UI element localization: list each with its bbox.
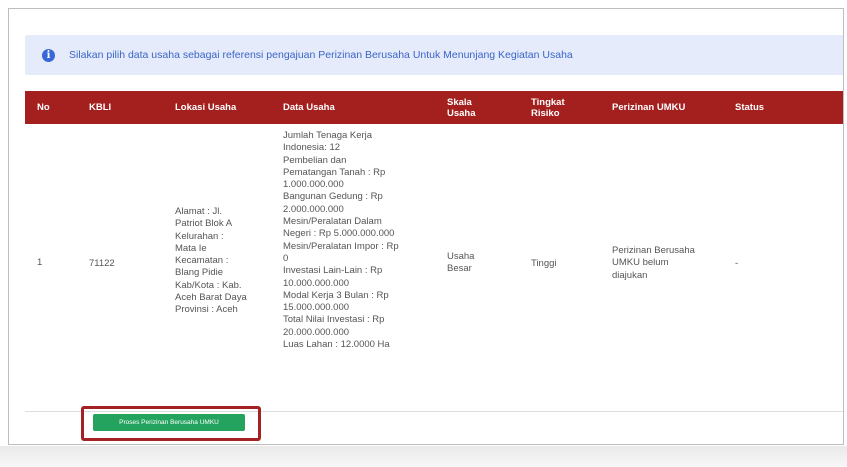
process-umku-button[interactable]: Proses Perizinan Berusaha UMKU: [93, 414, 245, 431]
perizinan-line: diajukan: [612, 269, 648, 281]
header-skala-line: Usaha: [447, 107, 476, 119]
header-skala-line: Skala: [447, 96, 472, 108]
cell-perizinan-umku: Perizinan Berusaha UMKU belum diajukan: [612, 245, 722, 282]
table-row: 1 71122 Alamat : Jl. Patriot Blok A Kelu…: [25, 124, 843, 412]
cell-data-usaha: Jumlah Tenaga Kerja Indonesia: 12 Pembel…: [283, 130, 399, 351]
data-line: Bangunan Gedung : Rp: [283, 191, 383, 203]
lokasi-line: Kelurahan :: [175, 230, 224, 242]
cell-lokasi-usaha: Alamat : Jl. Patriot Blok A Kelurahan : …: [175, 206, 247, 317]
cell-skala-usaha: Usaha Besar: [447, 251, 497, 276]
action-row: Proses Perizinan Berusaha UMKU: [25, 406, 843, 444]
header-no: No: [37, 102, 50, 113]
lokasi-line: Alamat : Jl.: [175, 206, 222, 217]
header-tingkat-line: Risiko: [531, 107, 560, 119]
lokasi-line: Patriot Blok A: [175, 218, 233, 230]
perizinan-line: Perizinan Berusaha: [612, 245, 695, 256]
data-line: Jumlah Tenaga Kerja: [283, 130, 373, 141]
cell-kbli: 71122: [89, 258, 115, 269]
data-line: 20.000.000.000: [283, 326, 350, 338]
lokasi-line: Kecamatan :: [175, 255, 229, 267]
table-header: No KBLI Lokasi Usaha Data Usaha Skala Us…: [25, 91, 843, 124]
background-floor: [0, 446, 847, 467]
lokasi-line: Provinsi : Aceh: [175, 304, 238, 316]
header-tingkat-risiko: Tingkat Risiko: [531, 91, 581, 124]
data-line: Indonesia: 12: [283, 142, 341, 154]
info-alert: i Silakan pilih data usaha sebagai refer…: [25, 35, 843, 75]
lokasi-line: Kab/Kota : Kab.: [175, 279, 242, 291]
info-icon: i: [42, 48, 55, 62]
data-line: 2.000.000.000: [283, 203, 344, 215]
cell-tingkat-risiko: Tinggi: [531, 258, 557, 269]
header-kbli: KBLI: [89, 102, 112, 113]
data-line: Mesin/Peralatan Dalam: [283, 216, 382, 228]
data-line: Pembelian dan: [283, 154, 347, 166]
skala-line: Usaha: [447, 251, 475, 262]
data-line: Mesin/Peralatan Impor : Rp: [283, 240, 399, 252]
cell-status: -: [735, 258, 739, 269]
business-table: No KBLI Lokasi Usaha Data Usaha Skala Us…: [25, 91, 843, 444]
cell-no: 1: [37, 257, 43, 268]
skala-line: Besar: [447, 263, 472, 275]
header-skala-usaha: Skala Usaha: [447, 91, 497, 124]
lokasi-line: Aceh Barat Daya: [175, 292, 247, 304]
header-lokasi-usaha: Lokasi Usaha: [175, 102, 237, 113]
data-line: Luas Lahan : 12.0000 Ha: [283, 339, 390, 351]
data-line: Negeri : Rp 5.000.000.000: [283, 228, 395, 240]
lokasi-line: Blang Pidie: [175, 267, 224, 279]
page-frame: i Silakan pilih data usaha sebagai refer…: [8, 8, 844, 445]
data-line: 15.000.000.000: [283, 302, 350, 314]
data-line: 1.000.000.000: [283, 179, 344, 191]
data-line: Modal Kerja 3 Bulan : Rp: [283, 289, 389, 301]
data-line: Total Nilai Investasi : Rp: [283, 314, 385, 326]
data-line: 10.000.000.000: [283, 277, 350, 289]
next-row-partial-text: ...: [275, 440, 283, 445]
data-line: 0: [283, 252, 289, 264]
header-perizinan-umku: Perizinan UMKU: [612, 102, 686, 113]
perizinan-line: UMKU belum: [612, 257, 669, 269]
header-data-usaha: Data Usaha: [283, 102, 335, 113]
header-tingkat-line: Tingkat: [531, 96, 565, 108]
data-line: Pematangan Tanah : Rp: [283, 166, 386, 178]
data-line: Investasi Lain-Lain : Rp: [283, 265, 383, 277]
header-status: Status: [735, 102, 765, 113]
lokasi-line: Mata Ie: [175, 242, 207, 254]
alert-message: Silakan pilih data usaha sebagai referen…: [69, 49, 573, 61]
